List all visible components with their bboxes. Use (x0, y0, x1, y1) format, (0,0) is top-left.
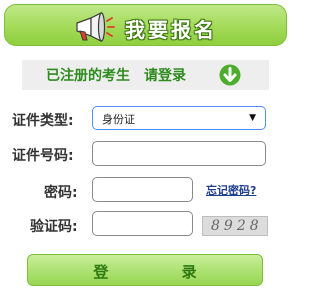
login-button-label: 登 录 (93, 263, 231, 281)
page-title: 我要报名 (125, 18, 217, 42)
forgot-password-link[interactable]: 忘记密码? (206, 182, 256, 198)
login-prompt-text: 已注册的考生 请登录 (46, 65, 186, 85)
id-number-input[interactable] (92, 141, 266, 166)
dropdown-arrow-icon: ▼ (249, 113, 256, 123)
captcha-code: 8928 (211, 218, 263, 234)
id-number-label: 证件号码: (12, 148, 74, 164)
registered-candidates-text: 已注册的考生 (46, 68, 130, 84)
captcha-label: 验证码: (30, 219, 78, 235)
megaphone-icon (76, 12, 115, 42)
login-prompt-bar: 已注册的考生 请登录 (22, 60, 269, 90)
id-type-select[interactable]: 身份证 ▼ (92, 106, 266, 130)
captcha-input[interactable] (92, 211, 193, 236)
login-button[interactable]: 登 录 (27, 254, 263, 286)
password-input[interactable] (92, 177, 193, 202)
arrow-down-circle-icon (219, 64, 241, 86)
id-type-label: 证件类型: (12, 113, 74, 129)
registration-panel: 我要报名 已注册的考生 请登录 证件类型: 身份证 ▼ 证件号码: 密码: 忘记密… (0, 0, 293, 293)
header-banner: 我要报名 (4, 4, 287, 46)
id-type-selected-value: 身份证 (102, 113, 135, 126)
please-login-text: 请登录 (144, 68, 186, 84)
captcha-image[interactable]: 8928 (202, 216, 268, 236)
password-label: 密码: (44, 185, 78, 201)
